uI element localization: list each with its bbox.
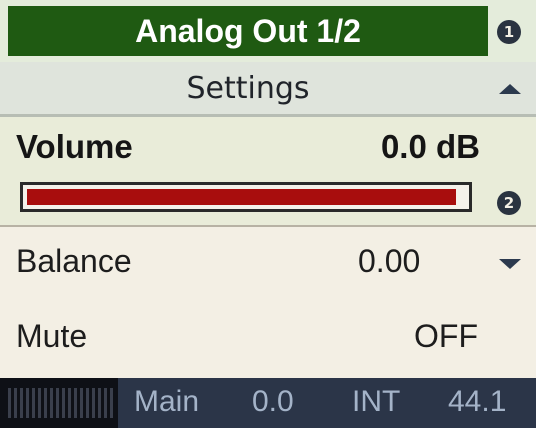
triangle-down-icon[interactable] <box>499 259 521 269</box>
callout-badge-1: 1 <box>497 20 521 44</box>
volume-slider[interactable] <box>20 182 472 212</box>
title-bar: Analog Out 1/2 1 <box>0 0 536 62</box>
settings-label: Settings <box>186 70 310 106</box>
page-title: Analog Out 1/2 <box>8 6 488 56</box>
balance-label[interactable]: Balance <box>16 243 132 280</box>
mute-label[interactable]: Mute <box>16 318 87 355</box>
volume-value: 0.0 dB <box>380 128 480 165</box>
callout-badge-2: 2 <box>497 191 521 215</box>
status-source: Main <box>134 385 200 418</box>
volume-label: Volume <box>16 128 133 165</box>
triangle-up-icon[interactable] <box>499 84 521 94</box>
mute-value[interactable]: OFF <box>414 318 478 355</box>
level-meter-icon <box>8 388 114 418</box>
status-clock: INT <box>352 385 401 418</box>
status-sample-rate: 44.1 <box>448 385 507 418</box>
device-screen: Analog Out 1/2 1 Settings Volume 0.0 dB … <box>0 0 536 428</box>
balance-value[interactable]: 0.00 <box>358 243 420 280</box>
settings-header[interactable]: Settings <box>0 62 536 117</box>
status-gain: 0.0 <box>252 385 294 418</box>
volume-slider-fill <box>27 189 456 205</box>
